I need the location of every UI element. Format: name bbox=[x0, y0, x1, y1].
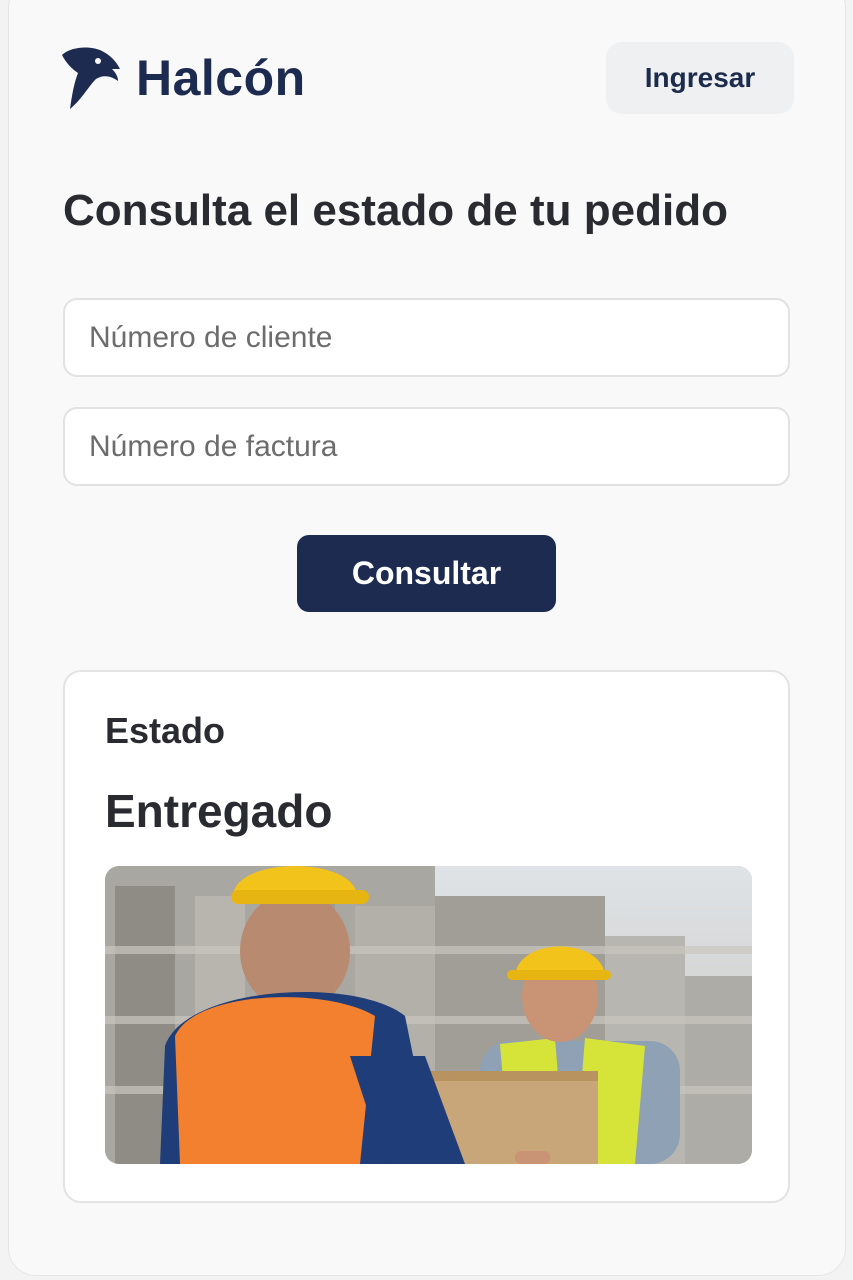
invoice-number-input[interactable] bbox=[63, 407, 790, 486]
header: Halcón Ingresar bbox=[60, 42, 794, 114]
falcon-head-icon bbox=[62, 47, 120, 109]
brand[interactable]: Halcón bbox=[60, 45, 306, 111]
submit-button[interactable]: Consultar bbox=[297, 535, 556, 612]
delivery-workers-photo bbox=[105, 866, 752, 1164]
status-value: Entregado bbox=[105, 785, 333, 837]
brand-name: Halcón bbox=[136, 50, 306, 106]
login-button[interactable]: Ingresar bbox=[606, 42, 794, 114]
page-title: Consulta el estado de tu pedido bbox=[63, 186, 728, 235]
client-number-input[interactable] bbox=[63, 298, 790, 377]
status-label: Estado bbox=[105, 710, 226, 751]
status-card: Estado Entregado bbox=[63, 670, 790, 1203]
